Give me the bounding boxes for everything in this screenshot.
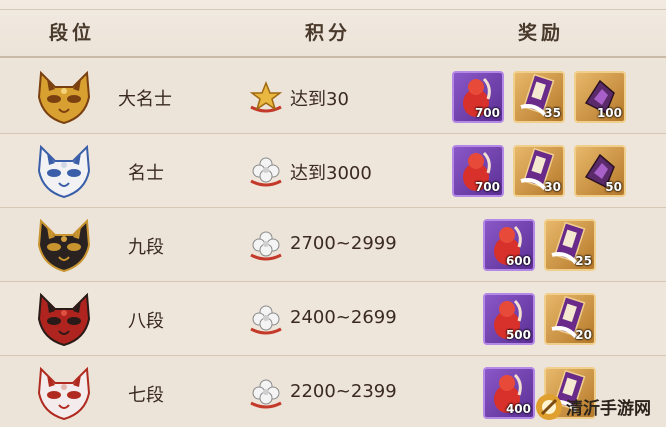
white-red-fox-mask-icon <box>35 365 93 421</box>
reward-item[interactable]: 500 <box>483 293 535 345</box>
table-row: 大名士 达到30 700 35 100 <box>0 60 666 134</box>
reward-item[interactable]: 400 <box>483 367 535 419</box>
silver-flower-icon <box>248 303 284 335</box>
watermark-logo-icon <box>536 394 562 420</box>
header-decoration <box>0 0 666 10</box>
reward-item[interactable]: 100 <box>574 71 626 123</box>
score-requirement: 2400~2699 <box>290 307 397 328</box>
reward-item[interactable]: 25 <box>544 219 596 271</box>
reward-quantity: 100 <box>596 106 622 120</box>
reward-item[interactable]: 30 <box>513 145 565 197</box>
rank-name: 大名士 <box>118 89 172 110</box>
rank-name: 八段 <box>128 311 164 332</box>
reward-quantity: 25 <box>575 254 592 268</box>
silver-flower-icon <box>248 155 284 187</box>
silver-flower-icon <box>248 377 284 409</box>
reward-quantity: 400 <box>505 402 531 416</box>
golden-fox-mask-icon <box>35 69 93 125</box>
header-reward: 奖励 <box>518 22 565 44</box>
score-requirement: 达到3000 <box>290 163 372 184</box>
table-row: 名士 达到3000 700 30 50 <box>0 134 666 208</box>
reward-quantity: 35 <box>544 106 561 120</box>
rank-name: 七段 <box>128 385 164 406</box>
reward-quantity: 500 <box>505 328 531 342</box>
table-header: 段位 积分 奖励 <box>0 0 666 58</box>
reward-item[interactable]: 700 <box>452 145 504 197</box>
gold-star-icon <box>248 80 284 113</box>
black-gold-fox-mask-icon <box>35 217 93 273</box>
reward-quantity: 20 <box>575 328 592 342</box>
reward-quantity: 700 <box>474 106 500 120</box>
watermark: 清沂手游网 <box>534 392 664 426</box>
score-requirement: 达到30 <box>290 89 349 110</box>
reward-item[interactable]: 600 <box>483 219 535 271</box>
reward-item[interactable]: 20 <box>544 293 596 345</box>
table-row: 九段 2700~2999 600 25 <box>0 208 666 282</box>
reward-item[interactable]: 35 <box>513 71 565 123</box>
reward-quantity: 600 <box>505 254 531 268</box>
reward-quantity: 50 <box>605 180 622 194</box>
red-fox-mask-icon <box>35 291 93 347</box>
rank-name: 九段 <box>128 237 164 258</box>
header-score: 积分 <box>305 22 352 44</box>
rank-name: 名士 <box>128 163 164 184</box>
rank-rewards-table: 段位 积分 奖励 大名士 达到30 700 35 100 名士 达到3000 7… <box>0 0 666 427</box>
reward-quantity: 30 <box>544 180 561 194</box>
white-blue-fox-mask-icon <box>35 143 93 199</box>
watermark-text: 清沂手游网 <box>566 399 651 419</box>
reward-item[interactable]: 50 <box>574 145 626 197</box>
score-requirement: 2200~2399 <box>290 381 397 402</box>
reward-item[interactable]: 700 <box>452 71 504 123</box>
score-requirement: 2700~2999 <box>290 233 397 254</box>
reward-quantity: 700 <box>474 180 500 194</box>
table-row: 八段 2400~2699 500 20 <box>0 282 666 356</box>
header-rank: 段位 <box>49 22 96 44</box>
silver-flower-icon <box>248 229 284 261</box>
